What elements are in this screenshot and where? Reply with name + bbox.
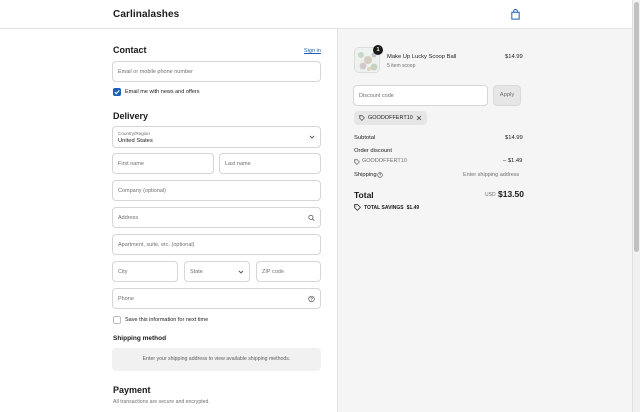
product-price: $14.99 [505, 54, 523, 60]
subtotal-label: Subtotal [354, 135, 376, 141]
quantity-badge: 1 [373, 45, 383, 55]
payment-title: Payment [113, 385, 151, 395]
store-name[interactable]: Carlinalashes [113, 9, 179, 20]
tag-icon [354, 204, 361, 211]
news-label: Email me with news and offers [125, 89, 200, 95]
search-icon [308, 214, 315, 221]
country-label: Country/Region [118, 131, 150, 136]
country-value: United States [118, 138, 153, 144]
apartment-field[interactable]: Apartment, suite, etc. (optional) [112, 234, 321, 255]
phone-placeholder: Phone [118, 295, 134, 302]
first-name-field[interactable]: First name [112, 153, 214, 174]
help-icon[interactable] [308, 295, 315, 302]
shopping-bag-icon[interactable] [510, 9, 521, 20]
phone-field[interactable]: Phone [112, 288, 321, 309]
contact-title: Contact [113, 45, 147, 55]
order-discount-value: – $1.49 [503, 158, 523, 164]
order-discount-code: GOODOFFERT10 [362, 158, 407, 164]
last-name-field[interactable]: Last name [219, 153, 321, 174]
state-select[interactable]: State [184, 261, 250, 282]
email-placeholder: Email or mobile phone number [118, 68, 193, 75]
checkout-header: Carlinalashes [0, 0, 632, 29]
zip-placeholder: ZIP code [262, 268, 284, 275]
save-info-label: Save this information for next time [125, 317, 209, 323]
tag-icon [354, 159, 360, 165]
zip-field[interactable]: ZIP code [256, 261, 321, 282]
chevron-down-icon [238, 270, 244, 274]
email-field[interactable]: Email or mobile phone number [112, 61, 321, 82]
company-field[interactable]: Company (optional) [112, 180, 321, 201]
total-savings: TOTAL SAVINGS $1.49 [354, 204, 419, 211]
chevron-down-icon [309, 135, 315, 139]
shipping-method-title: Shipping method [113, 335, 167, 342]
product-name: Make Up Lucky Scoop Ball [387, 54, 457, 60]
total-savings-value: $1.49 [406, 204, 420, 211]
first-name-placeholder: First name [118, 160, 144, 167]
sign-in-link[interactable]: Sign in [304, 48, 321, 54]
applied-discount-code: GOODOFFERT10 [368, 115, 413, 121]
company-placeholder: Company (optional) [118, 187, 166, 194]
product-variant: 5 item scoop [387, 63, 416, 69]
total-label: Total [354, 190, 374, 200]
address-placeholder: Address [118, 214, 139, 221]
total-value: $13.50 [498, 189, 524, 199]
shipping-value: Enter shipping address [463, 172, 520, 178]
city-field[interactable]: City [112, 261, 178, 282]
last-name-placeholder: Last name [225, 160, 251, 167]
payment-subtitle: All transactions are secure and encrypte… [113, 399, 210, 405]
subtotal-value: $14.99 [505, 135, 523, 141]
state-placeholder: State [190, 268, 203, 275]
discount-code-placeholder: Discount code [359, 92, 394, 99]
shipping-label: Shipping [354, 172, 377, 178]
applied-discount-chip: GOODOFFERT10 [354, 111, 427, 125]
apartment-placeholder: Apartment, suite, etc. (optional) [118, 241, 195, 248]
country-select[interactable]: Country/Region United States [112, 126, 321, 148]
address-field[interactable]: Address [112, 207, 321, 228]
delivery-title: Delivery [113, 111, 149, 121]
save-info-checkbox[interactable] [113, 316, 121, 324]
tag-icon [359, 115, 365, 121]
scrollbar-thumb[interactable] [634, 2, 639, 252]
discount-code-field[interactable]: Discount code [353, 85, 488, 106]
help-icon[interactable] [377, 172, 383, 178]
check-icon [114, 90, 120, 95]
shipping-method-notice: Enter your shipping address to view avai… [112, 348, 321, 371]
close-icon[interactable] [416, 115, 422, 121]
total-savings-label: TOTAL SAVINGS [364, 204, 404, 211]
news-checkbox[interactable] [113, 88, 121, 96]
city-placeholder: City [118, 268, 128, 275]
page-scrollbar[interactable] [632, 0, 640, 412]
total-currency: USD [485, 192, 496, 198]
apply-button[interactable]: Apply [493, 85, 521, 106]
order-discount-label: Order discount [354, 148, 393, 154]
